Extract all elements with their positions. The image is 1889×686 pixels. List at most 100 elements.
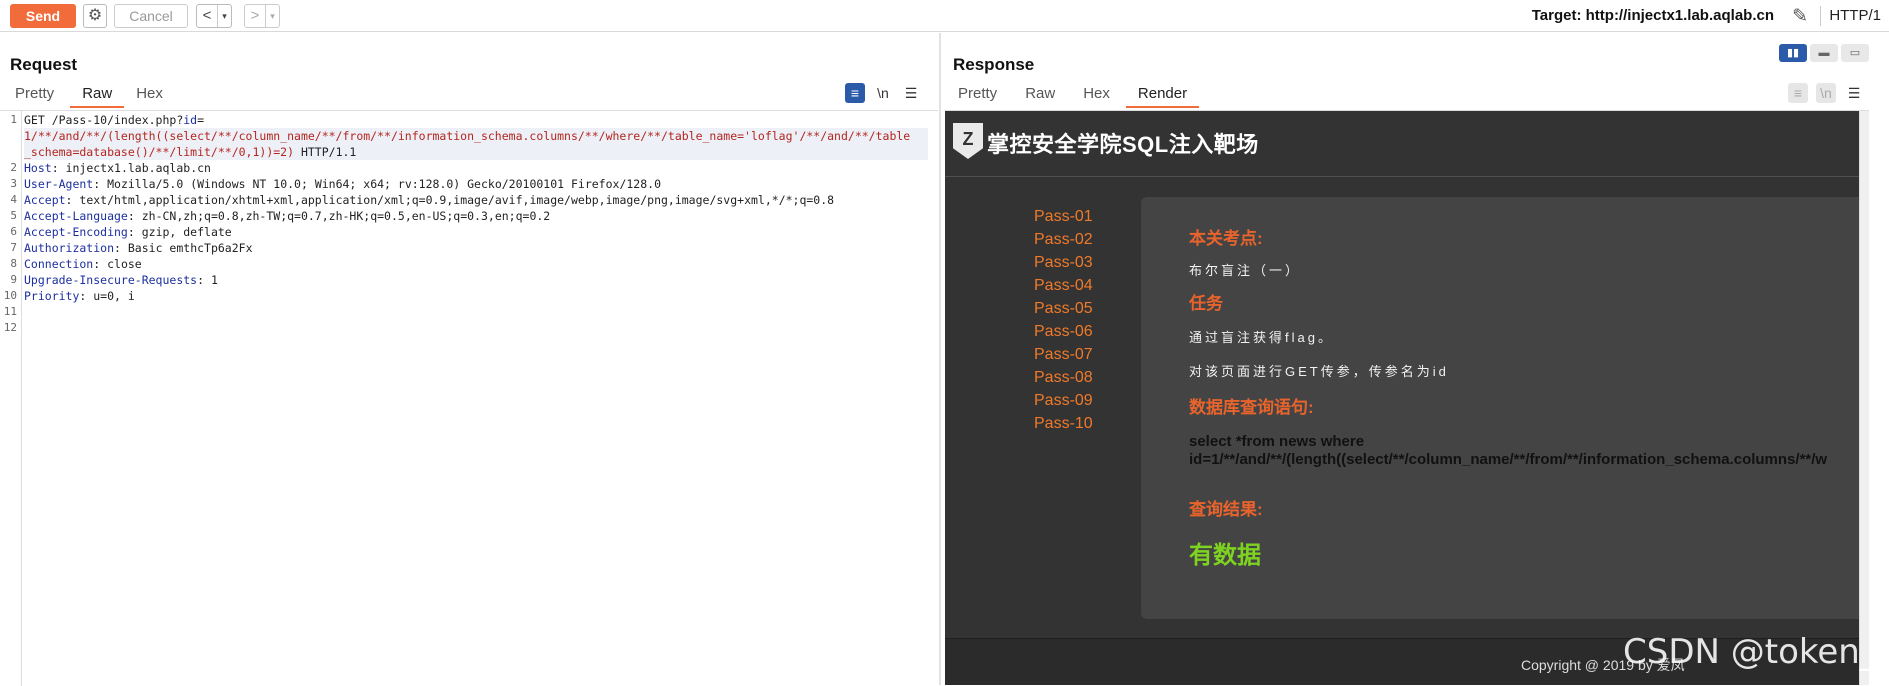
- pass-link[interactable]: Pass-06: [1034, 320, 1093, 343]
- header-key: Upgrade-Insecure-Requests: [24, 273, 198, 287]
- query-param-name: id: [183, 113, 198, 127]
- header-line: Authorization: Basic emthcTp6a2Fx: [24, 241, 253, 255]
- wrap-lines-icon[interactable]: ≡: [1788, 83, 1808, 103]
- pass-link[interactable]: Pass-04: [1034, 274, 1093, 297]
- header-value: 1: [204, 273, 218, 287]
- result-title: 查询结果:: [1189, 500, 1263, 519]
- tab-pretty[interactable]: Pretty: [3, 83, 66, 105]
- forward-button[interactable]: > ▾: [244, 4, 280, 28]
- response-tabs: Pretty Raw Hex Render: [946, 83, 1200, 108]
- header-line: Connection: close: [24, 257, 142, 271]
- split-vertical-icon[interactable]: ▬: [1810, 44, 1838, 62]
- query-payload-line: _schema=database()/**/limit/**/0,1))=2) …: [24, 144, 928, 160]
- header-line: Upgrade-Insecure-Requests: 1: [24, 273, 218, 287]
- site-title: 掌控安全学院SQL注入靶场: [987, 132, 1259, 157]
- pass-link[interactable]: Pass-03: [1034, 251, 1093, 274]
- header-key: Priority: [24, 289, 80, 303]
- pass-link[interactable]: Pass-05: [1034, 297, 1093, 320]
- pass-link[interactable]: Pass-01: [1034, 205, 1093, 228]
- pass-link[interactable]: Pass-08: [1034, 366, 1093, 389]
- split-horizontal-icon[interactable]: ▮▮: [1779, 44, 1807, 62]
- header-value: gzip, deflate: [134, 225, 232, 239]
- line-number: 4: [10, 193, 17, 206]
- pass-nav: Pass-01 Pass-02 Pass-03 Pass-04 Pass-05 …: [1034, 205, 1093, 435]
- header-key: Accept-Encoding: [24, 225, 128, 239]
- response-title: Response: [953, 55, 1035, 74]
- site-body: Pass-01 Pass-02 Pass-03 Pass-04 Pass-05 …: [945, 178, 1869, 638]
- sql-statement: id=1/**/and/**/(length((select/**/column…: [1189, 451, 1828, 468]
- key-point-title: 本关考点:: [1189, 229, 1263, 248]
- query-result: 有数据: [1189, 542, 1261, 569]
- tab-raw[interactable]: Raw: [70, 83, 125, 108]
- line-number: 10: [3, 289, 17, 302]
- header-line: Host: injectx1.lab.aqlab.cn: [24, 161, 211, 175]
- task-title: 任务: [1189, 294, 1223, 313]
- header-line: Priority: u=0, i: [24, 289, 135, 303]
- chevron-down-icon[interactable]: ▾: [265, 5, 279, 27]
- menu-icon[interactable]: ☰: [1844, 83, 1864, 103]
- gear-icon[interactable]: ⚙: [83, 4, 107, 28]
- site-header: Z 掌控安全学院SQL注入靶场: [945, 111, 1869, 177]
- vertical-scrollbar[interactable]: [1859, 111, 1869, 685]
- line-number: 11: [3, 305, 17, 318]
- pencil-icon[interactable]: ✎: [1792, 5, 1808, 28]
- query-payload-line: 1/**/and/**/(length((select/**/column_na…: [24, 128, 928, 144]
- request-editor[interactable]: 1 2 3 4 5 6 7 8 9 10 11 12 GET /Pass-10/…: [0, 110, 938, 686]
- protocol-label[interactable]: HTTP/1: [1829, 7, 1881, 24]
- pane-splitter[interactable]: [939, 33, 941, 685]
- layout-toggle-icons: ▮▮ ▬ ▭: [1779, 44, 1869, 62]
- task-text: 通过盲注获得flag。: [1189, 330, 1334, 345]
- target-label: Target: http://injectx1.lab.aqlab.cn: [1531, 7, 1774, 24]
- newline-toggle-icon[interactable]: \n: [1816, 83, 1836, 103]
- single-pane-icon[interactable]: ▭: [1841, 44, 1869, 62]
- sql-title: 数据库查询语句:: [1189, 398, 1314, 417]
- header-value: Basic emthcTp6a2Fx: [120, 241, 253, 255]
- challenge-content: 本关考点: 布尔盲注（一） 任务 通过盲注获得flag。 对该页面进行GET传参…: [1141, 197, 1869, 619]
- pass-link[interactable]: Pass-10: [1034, 412, 1093, 435]
- line-number: 12: [3, 321, 17, 334]
- watermark-text: CSDN @token_x: [1623, 632, 1889, 672]
- send-button[interactable]: Send: [10, 4, 76, 28]
- tab-render[interactable]: Render: [1125, 83, 1200, 108]
- toolbar-divider: [1820, 6, 1821, 26]
- pass-link[interactable]: Pass-02: [1034, 228, 1093, 251]
- logo-glyph: Z: [962, 129, 974, 149]
- back-arrow-icon[interactable]: <: [197, 5, 217, 27]
- header-key: Accept-Language: [24, 209, 128, 223]
- tab-pretty[interactable]: Pretty: [946, 83, 1009, 105]
- key-point-text: 布尔盲注（一）: [1189, 263, 1302, 278]
- site-logo-icon: Z: [953, 123, 983, 159]
- request-title: Request: [10, 55, 78, 74]
- tab-hex[interactable]: Hex: [1071, 83, 1122, 105]
- header-value: zh-CN,zh;q=0.8,zh-TW;q=0.7,zh-HK;q=0.5,e…: [134, 209, 551, 223]
- cancel-button[interactable]: Cancel: [114, 4, 188, 28]
- header-key: Host: [24, 161, 52, 175]
- line-number: 2: [10, 161, 17, 174]
- line-number: 7: [10, 241, 17, 254]
- forward-arrow-icon[interactable]: >: [245, 5, 265, 27]
- chevron-down-icon[interactable]: ▾: [217, 5, 231, 27]
- menu-icon[interactable]: ☰: [901, 83, 921, 103]
- header-value: u=0, i: [86, 289, 135, 303]
- http-version: HTTP/1.1: [294, 145, 357, 159]
- newline-toggle-icon[interactable]: \n: [873, 83, 893, 103]
- request-tabs: Pretty Raw Hex: [3, 83, 175, 108]
- line-number: 6: [10, 225, 17, 238]
- header-key: User-Agent: [24, 177, 94, 191]
- request-method-path: GET /Pass-10/index.php?: [24, 113, 184, 127]
- query-payload-end: _schema=database()/**/limit/**/0,1))=2): [24, 145, 295, 159]
- line-number: 1: [10, 113, 17, 126]
- pass-link[interactable]: Pass-09: [1034, 389, 1093, 412]
- line-number: 8: [10, 257, 17, 270]
- pass-link[interactable]: Pass-07: [1034, 343, 1093, 366]
- request-view-icons: ≡ \n ☰: [845, 83, 921, 103]
- back-button[interactable]: < ▾: [196, 4, 232, 28]
- rendered-response: Z 掌控安全学院SQL注入靶场 Pass-01 Pass-02 Pass-03 …: [945, 110, 1869, 685]
- tab-raw[interactable]: Raw: [1013, 83, 1067, 105]
- tab-hex[interactable]: Hex: [124, 83, 175, 105]
- wrap-lines-icon[interactable]: ≡: [845, 83, 865, 103]
- query-equals: =: [197, 113, 205, 127]
- header-key: Accept: [24, 193, 66, 207]
- top-toolbar: Send ⚙ Cancel < ▾ > ▾ Target: http://inj…: [0, 0, 1889, 32]
- header-line: Accept-Language: zh-CN,zh;q=0.8,zh-TW;q=…: [24, 209, 551, 223]
